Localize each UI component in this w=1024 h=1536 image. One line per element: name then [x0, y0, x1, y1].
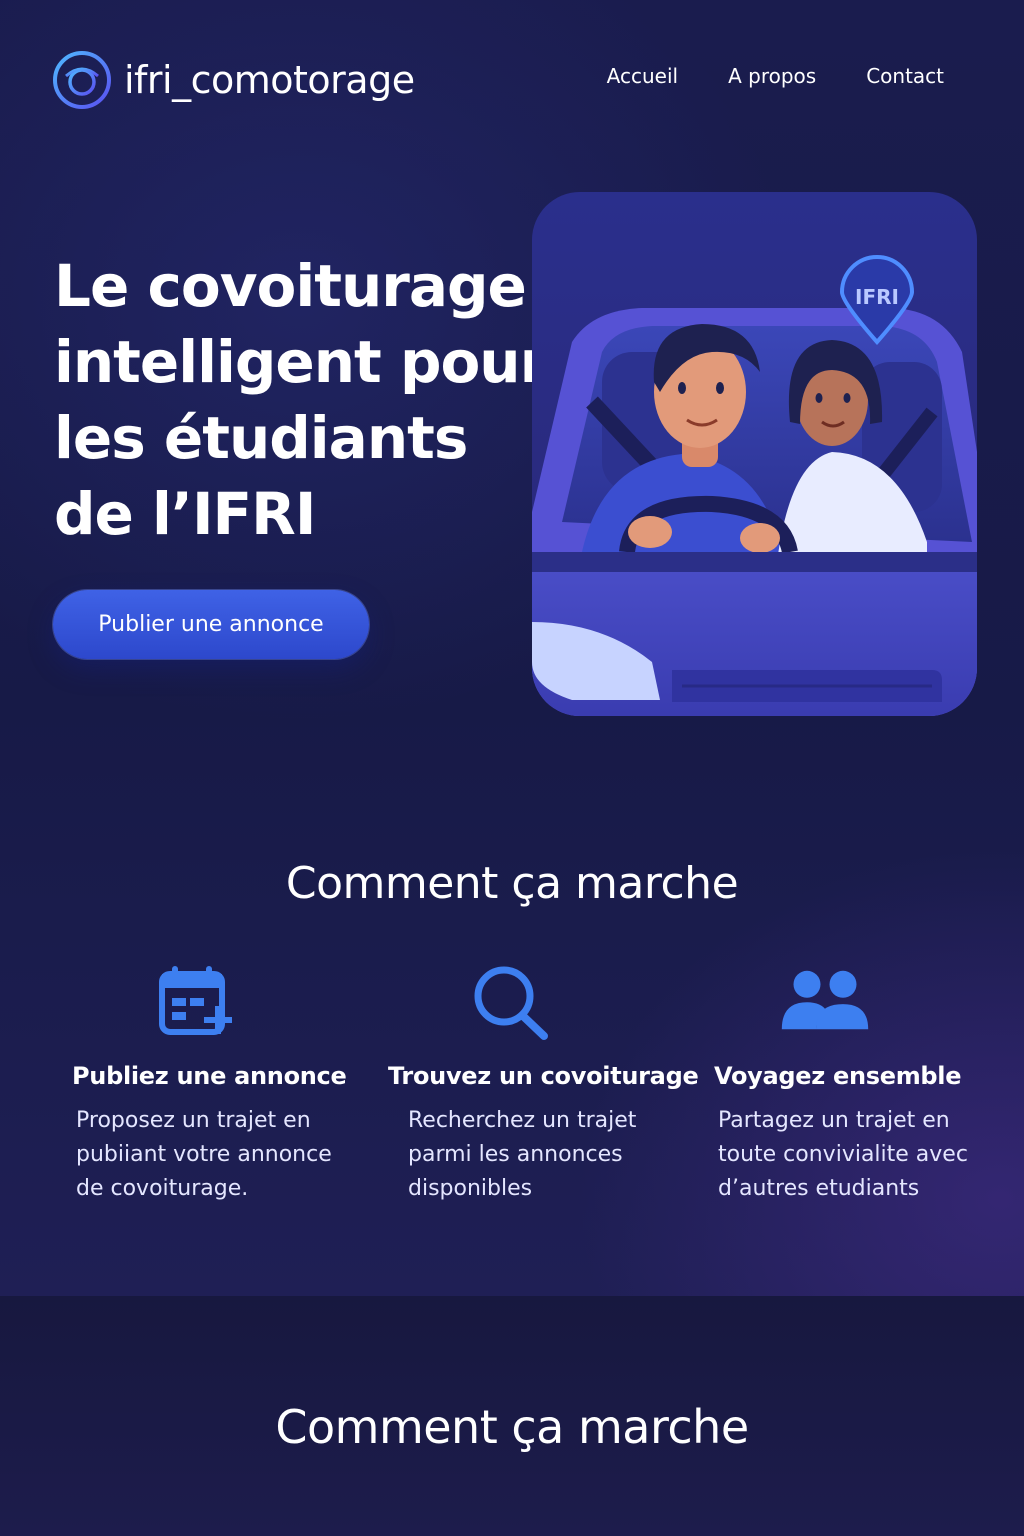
step-title: Voyagez ensemble — [714, 1062, 962, 1090]
search-icon — [474, 966, 548, 1040]
step-description-line: disponibles — [408, 1176, 533, 1201]
step-description-line: Recherchez un trajet — [408, 1108, 637, 1133]
hero-title-line: intelligent pour — [54, 328, 548, 396]
hero-title-line: de l’IFRI — [54, 480, 316, 548]
brand-logo[interactable]: ifri_comotorage — [52, 50, 415, 110]
brand-name: ifri_comotorage — [124, 58, 415, 102]
step-description-line: pubiiant votre annonce — [76, 1142, 332, 1167]
main-nav: Accueil A propos Contact — [607, 64, 944, 88]
steering-wheel-icon — [53, 51, 111, 109]
carpool-illustration: IFRI — [532, 192, 977, 716]
step-title: Publiez une annonce — [72, 1062, 347, 1090]
step-description: Partagez un trajet en toute convivialite… — [718, 1104, 968, 1206]
step-description: Recherchez un trajet parmi les annonces … — [408, 1104, 636, 1206]
step-description-line: de covoiturage. — [76, 1176, 249, 1201]
step-title: Trouvez un covoiturage — [388, 1062, 699, 1090]
users-icon — [781, 970, 869, 1030]
nav-link-contact[interactable]: Contact — [866, 64, 944, 88]
car-with-students-illustration: IFRI — [532, 192, 977, 716]
publish-announcement-button[interactable]: Publier une annonce — [53, 590, 369, 659]
hero-title-line: les étudiants — [54, 404, 468, 472]
calendar-add-icon — [159, 966, 232, 1035]
step-description-line: d’autres etudiants — [718, 1176, 920, 1201]
nav-link-accueil[interactable]: Accueil — [607, 64, 678, 88]
step-description-line: Partagez un trajet en — [718, 1108, 950, 1133]
how-it-works-title: Comment ça marche — [285, 858, 739, 909]
step-description-line: toute convivialite avec — [718, 1142, 968, 1167]
step-description: Proposez un trajet en pubiiant votre ann… — [76, 1104, 332, 1206]
hero-title-line: Le covoiturage — [54, 252, 527, 320]
pin-label: IFRI — [855, 285, 899, 309]
step-description-line: Proposez un trajet en — [76, 1108, 311, 1133]
hero-title: Le covoiturage intelligent pour les étud… — [54, 248, 548, 552]
step-description-line: parmi les annonces — [408, 1142, 623, 1167]
second-section-title: Comment ça marche — [275, 1400, 749, 1454]
nav-link-a-propos[interactable]: A propos — [728, 64, 816, 88]
